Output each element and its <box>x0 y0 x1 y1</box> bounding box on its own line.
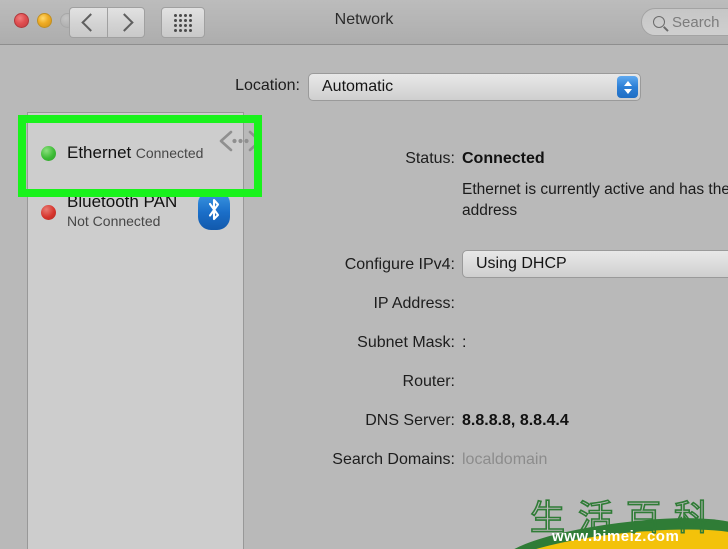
dns-server-value: 8.8.8.8, 8.8.4.4 <box>462 412 569 429</box>
service-status: Connected <box>135 144 204 161</box>
chevron-up-icon <box>623 80 632 86</box>
search-domains-value: localdomain <box>462 451 548 468</box>
network-preferences-window: Network Search Location: Automatic Ether… <box>0 0 728 549</box>
dns-server-label: DNS Server: <box>365 412 455 429</box>
search-input[interactable]: Search <box>641 8 728 36</box>
window-toolbar: Network Search <box>0 0 728 45</box>
service-name: Ethernet <box>67 142 132 162</box>
configure-ipv4-dropdown[interactable]: Using DHCP <box>462 250 728 278</box>
watermark: 生活百科 www.bimeiz.com <box>514 488 728 549</box>
location-value: Automatic <box>322 78 394 95</box>
search-icon <box>653 16 665 28</box>
status-note-line2: address <box>462 201 518 219</box>
service-status: Not Connected <box>67 213 161 229</box>
status-dot-red <box>41 204 56 220</box>
location-label: Location: <box>235 77 300 94</box>
search-domains-label: Search Domains: <box>332 451 455 468</box>
service-name: Bluetooth PAN <box>67 192 178 212</box>
bluetooth-icon <box>198 190 230 230</box>
status-note-text: Ethernet is currently active and has the… <box>462 180 728 222</box>
router-label: Router: <box>402 373 455 390</box>
status-note-line1: Ethernet is currently active and has the <box>462 181 728 198</box>
location-dropdown[interactable]: Automatic <box>308 73 641 101</box>
subnet-mask-label: Subnet Mask: <box>357 334 455 351</box>
network-services-list[interactable]: Ethernet Connected Bluetooth PAN Not Con… <box>27 112 262 549</box>
ip-address-label: IP Address: <box>373 295 455 312</box>
configure-ipv4-value: Using DHCP <box>476 255 567 272</box>
ethernet-icon <box>219 130 262 152</box>
stepper-icon[interactable] <box>617 76 638 98</box>
status-value: Connected <box>462 150 545 167</box>
window-title: Network <box>334 11 394 28</box>
configure-ipv4-label: Configure IPv4: <box>344 256 455 273</box>
subnet-mask-value: : <box>462 334 467 351</box>
list-item-text: Ethernet Connected <box>67 143 203 164</box>
search-placeholder: Search <box>672 13 720 31</box>
list-item-ethernet[interactable]: Ethernet Connected <box>28 126 243 180</box>
bluetooth-glyph <box>208 198 220 221</box>
status-label: Status: <box>405 150 455 167</box>
watermark-url: www.bimeiz.com <box>552 528 680 545</box>
status-dot-green <box>41 145 56 161</box>
chevron-down-icon <box>623 88 632 94</box>
